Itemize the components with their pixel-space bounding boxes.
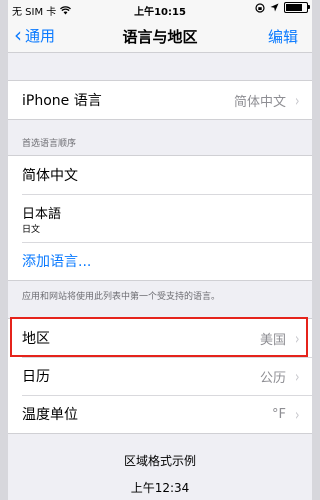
chevron-right-icon: › [294,328,300,348]
edit-button[interactable]: 编辑 [268,26,298,47]
format-example-title: 区域格式示例 [123,454,196,468]
status-bar: 无 SIM 卡 上午10:15 [0,0,320,18]
chevron-right-icon: › [294,90,300,110]
calendar-value: 公历 [259,370,286,386]
language-subtitle: 日文 [22,225,41,235]
preferred-languages-footer: 应用和网站将使用此列表中第一个受支持的语言。 [22,292,221,302]
iphone-language-group: iPhone 语言 简体中文 › [0,80,320,120]
calendar-label: 日历 [22,369,50,385]
preferred-languages-header: 首选语言顺序 [22,139,77,149]
chevron-right-icon: › [294,366,300,386]
iphone-language-label: iPhone 语言 [22,93,102,109]
iphone-language-value: 简体中文 [233,94,286,110]
battery-icon [284,2,310,13]
format-example: 区域格式示例 上午12:34 [0,434,320,496]
language-item[interactable]: 日本語 日文 [0,194,320,242]
rotation-lock-icon [255,2,265,13]
language-name: 简体中文 [22,168,78,184]
location-icon [270,3,279,12]
region-value: 美国 [259,332,286,348]
language-name: 日本語 [22,207,62,222]
settings-content: iPhone 语言 简体中文 › 首选语言顺序 简体中文 日本語 日文 添加语言… [0,52,320,496]
add-language-button[interactable]: 添加语言... [0,242,320,280]
region-settings-group: 地区 美国 › 日历 公历 › 温度单位 °F › [0,317,320,434]
frame-edge-left [0,0,8,500]
temperature-unit-value: °F [272,406,286,422]
iphone-language-row[interactable]: iPhone 语言 简体中文 › [0,81,320,119]
format-example-time: 上午12:34 [130,481,190,495]
region-row[interactable]: 地区 美国 › [0,319,320,357]
chevron-right-icon: › [294,404,300,424]
preferred-languages-group: 简体中文 日本語 日文 添加语言... [0,155,320,281]
temperature-unit-label: 温度单位 [22,407,78,423]
calendar-row[interactable]: 日历 公历 › [0,357,320,395]
language-item[interactable]: 简体中文 [0,156,320,194]
frame-edge-right [312,0,320,500]
region-label: 地区 [22,331,50,347]
temperature-unit-row[interactable]: 温度单位 °F › [0,395,320,433]
navigation-bar: ‹ 通用 语言与地区 编辑 [0,18,320,53]
